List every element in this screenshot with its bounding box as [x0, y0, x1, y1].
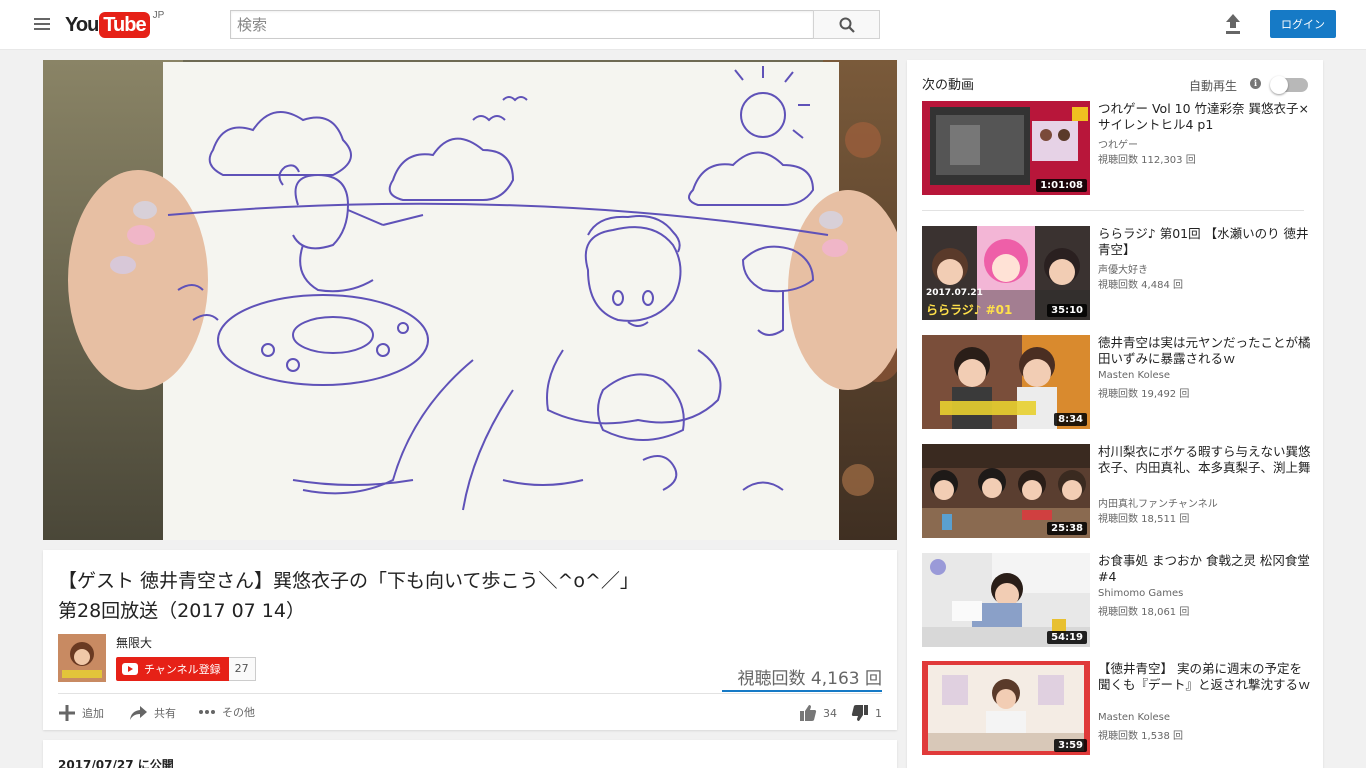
video-title: 【ゲスト 徳井青空さん】巽悠衣子の「下も向いて歩こう＼^o^／」 第28回放送（…: [58, 566, 888, 626]
search-button[interactable]: [813, 10, 880, 39]
video-channel: 声優大好き: [1098, 265, 1148, 276]
video-duration: 3:59: [1054, 739, 1087, 752]
menu-icon[interactable]: [34, 18, 50, 32]
like-button[interactable]: 34: [799, 704, 837, 722]
video-title-line1: 【ゲスト 徳井青空さん】巽悠衣子の「下も向いて歩こう＼^o^／」: [58, 570, 639, 592]
divider: [922, 210, 1304, 211]
video-thumbnail: 8:34: [922, 335, 1090, 429]
video-views: 視聴回数 112,303 回: [1098, 155, 1196, 166]
divider: [58, 693, 882, 694]
description-card: 2017/07/27 に公開: [43, 740, 897, 768]
video-title: ららラジ♪ 第01回 【水瀬いのり 徳井青空】: [1098, 226, 1309, 257]
up-next-heading: 次の動画: [922, 78, 975, 93]
video-thumbnail: 2017.07.21 ららラジ♪ #01 35:10: [922, 226, 1090, 320]
dislike-button[interactable]: 1: [851, 704, 882, 722]
video-title-line2: 第28回放送（2017 07 14）: [58, 600, 305, 622]
video-title: つれゲー Vol 10 竹達彩奈 巽悠衣子×サイレントヒル4 p1: [1098, 101, 1309, 132]
share-label: 共有: [154, 707, 176, 720]
video-views: 視聴回数 19,492 回: [1098, 389, 1190, 400]
dislike-count: 1: [875, 706, 882, 720]
login-button[interactable]: ログイン: [1270, 10, 1336, 38]
video-channel: Masten Kolese: [1098, 712, 1171, 723]
published-date: 2017/07/27 に公開: [58, 758, 174, 768]
video-info: 【ゲスト 徳井青空さん】巽悠衣子の「下も向いて歩こう＼^o^／」 第28回放送（…: [43, 550, 897, 730]
thumbs-up-icon: [800, 705, 817, 721]
related-video[interactable]: 2017.07.21 ららラジ♪ #01 35:10 ららラジ♪ 第01回 【水…: [922, 226, 1312, 320]
video-thumbnail: 3:59: [922, 661, 1090, 755]
related-video[interactable]: 1:01:08 つれゲー Vol 10 竹達彩奈 巽悠衣子×サイレントヒル4 p…: [922, 101, 1312, 195]
video-thumbnail: 54:19: [922, 553, 1090, 647]
search-input[interactable]: [230, 10, 814, 39]
related-video[interactable]: 8:34 徳井青空は実は元ヤンだったことが橘田いずみに暴露されるｗ Masten…: [922, 335, 1312, 429]
autoplay-toggle[interactable]: [1270, 76, 1308, 94]
video-views: 視聴回数 18,511 回: [1098, 514, 1190, 525]
search-icon: [839, 17, 855, 33]
subscribe-label: チャンネル登録: [144, 663, 221, 676]
autoplay-label: 自動再生: [1189, 79, 1238, 93]
masthead: You Tube JP ログイン: [0, 0, 1366, 50]
logo-region: JP: [152, 10, 165, 21]
video-duration: 54:19: [1047, 631, 1087, 644]
related-video[interactable]: 3:59 【徳井青空】 実の弟に週末の予定を聞くも『デート』と返され撃沈するｗ …: [922, 661, 1312, 755]
related-sidebar: 次の動画 自動再生 i 1:01:08 つれゲー Vol 10 竹達彩奈 巽悠衣…: [907, 60, 1323, 768]
more-icon: [199, 710, 215, 714]
related-video[interactable]: 25:38 村川梨衣にボケる暇すら与えない巽悠衣子、内田真礼、本多真梨子、渕上舞…: [922, 444, 1312, 538]
more-actions-button[interactable]: その他: [198, 704, 255, 720]
video-duration: 25:38: [1047, 522, 1087, 535]
related-video[interactable]: 54:19 お食事処 まつおか 食戟之灵 松冈食堂 #4 Shimomo Gam…: [922, 553, 1312, 647]
video-channel: つれゲー: [1098, 140, 1138, 151]
video-frame: [43, 60, 897, 540]
video-channel: Masten Kolese: [1098, 370, 1171, 381]
video-title: 村川梨衣にボケる暇すら与えない巽悠衣子、内田真礼、本多真梨子、渕上舞: [1098, 444, 1311, 475]
youtube-logo[interactable]: You Tube JP: [65, 10, 165, 38]
video-channel: 内田真礼ファンチャンネル: [1098, 499, 1218, 510]
share-icon: [130, 706, 147, 720]
video-title: 徳井青空は実は元ヤンだったことが橘田いずみに暴露されるｗ: [1098, 335, 1311, 366]
channel-avatar[interactable]: [58, 634, 106, 682]
channel-name[interactable]: 無限大: [116, 634, 152, 651]
video-duration: 8:34: [1054, 413, 1087, 426]
video-title: 【徳井青空】 実の弟に週末の予定を聞くも『デート』と返され撃沈するｗ: [1098, 661, 1311, 692]
video-thumbnail: 1:01:08: [922, 101, 1090, 195]
add-label: 追加: [82, 707, 104, 720]
logo-you: You: [65, 14, 99, 36]
like-count: 34: [823, 706, 837, 720]
info-icon[interactable]: i: [1250, 78, 1261, 89]
logo-tube: Tube: [99, 12, 150, 38]
video-player[interactable]: [43, 60, 897, 540]
more-label: その他: [222, 706, 255, 719]
subscribe-group: チャンネル登録 27: [116, 657, 256, 681]
upload-icon[interactable]: [1223, 13, 1243, 35]
thumbnail-title: ららラジ♪ #01: [926, 303, 1013, 317]
video-views: 視聴回数 18,061 回: [1098, 607, 1190, 618]
thumbnail-date: 2017.07.21: [926, 288, 983, 298]
subscriber-count: 27: [228, 657, 256, 681]
add-to-button[interactable]: 追加: [58, 704, 104, 722]
youtube-play-icon: [122, 663, 138, 675]
share-button[interactable]: 共有: [129, 704, 176, 722]
video-duration: 35:10: [1047, 304, 1087, 317]
plus-icon: [59, 705, 75, 721]
video-views: 視聴回数 4,484 回: [1098, 280, 1183, 291]
video-views: 視聴回数 1,538 回: [1098, 731, 1183, 742]
video-thumbnail: 25:38: [922, 444, 1090, 538]
video-duration: 1:01:08: [1036, 179, 1087, 192]
view-count: 視聴回数 4,163 回: [737, 669, 882, 689]
subscribe-button[interactable]: チャンネル登録: [116, 657, 229, 681]
video-channel: Shimomo Games: [1098, 588, 1184, 599]
thumbs-down-icon: [851, 705, 868, 721]
video-title: お食事処 まつおか 食戟之灵 松冈食堂 #4: [1098, 553, 1310, 584]
sentiment-bar: [722, 690, 882, 692]
